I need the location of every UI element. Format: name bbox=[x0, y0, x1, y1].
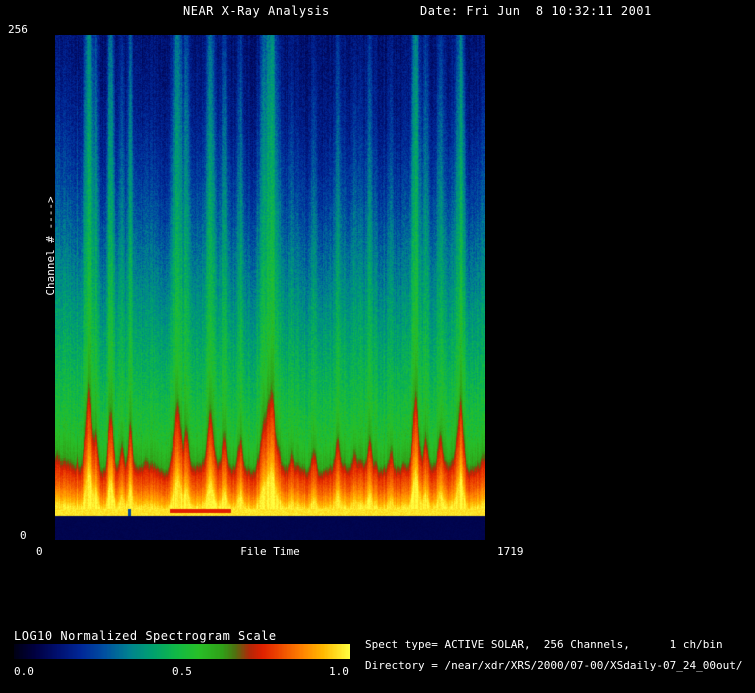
colorbar-tick-1: 0.5 bbox=[172, 665, 192, 678]
y-axis-max-label: 256 bbox=[8, 23, 28, 36]
spectrogram-heatmap bbox=[55, 35, 485, 540]
x-axis-max-label: 1719 bbox=[497, 545, 524, 558]
spect-type-info: Spect type= ACTIVE SOLAR, 256 Channels, … bbox=[365, 638, 723, 651]
colorbar-tick-2: 1.0 bbox=[329, 665, 349, 678]
x-axis-min-label: 0 bbox=[36, 545, 43, 558]
y-axis-min-label: 0 bbox=[20, 529, 27, 542]
colorbar-tick-0: 0.0 bbox=[14, 665, 34, 678]
x-axis-title: File Time bbox=[55, 545, 485, 558]
xray-analysis-window: NEAR X-Ray Analysis Date: Fri Jun 8 10:3… bbox=[0, 0, 755, 693]
date-label: Date: Fri Jun 8 10:32:11 2001 bbox=[420, 4, 652, 18]
colorbar-title: LOG10 Normalized Spectrogram Scale bbox=[14, 629, 277, 643]
page-title: NEAR X-Ray Analysis bbox=[183, 4, 330, 18]
directory-info: Directory = /near/xdr/XRS/2000/07-00/XSd… bbox=[365, 659, 743, 672]
colorbar-gradient bbox=[14, 644, 350, 659]
